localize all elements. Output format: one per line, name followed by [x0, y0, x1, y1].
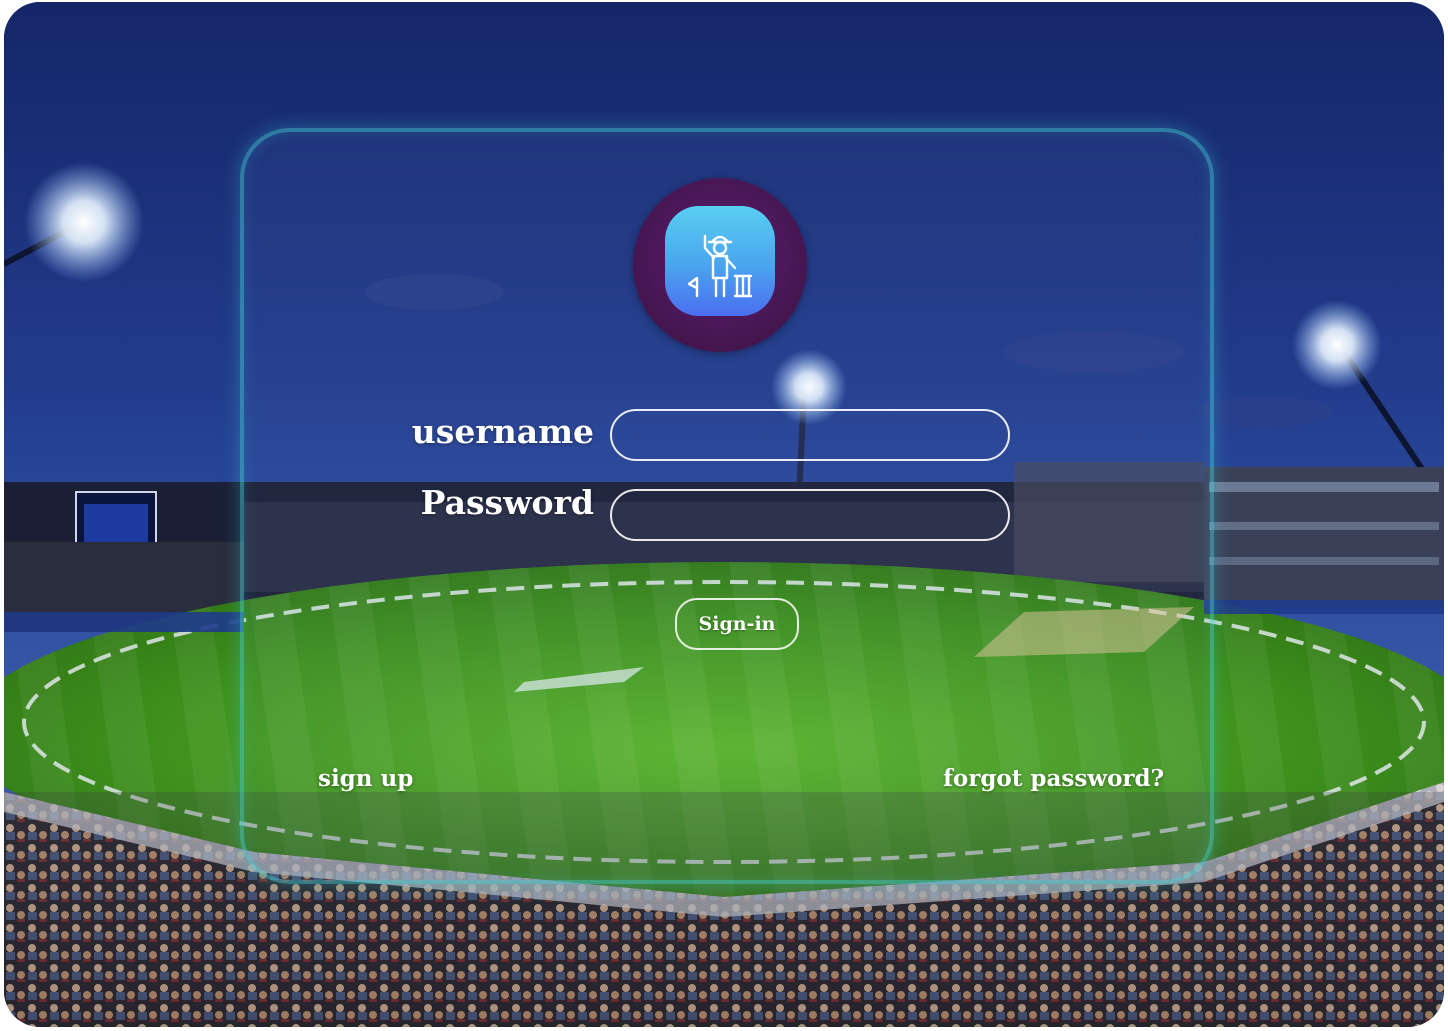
forgot-password-link[interactable]: forgot password? [943, 764, 1164, 794]
logo-badge [665, 206, 775, 316]
signin-button[interactable]: Sign-in [675, 598, 799, 650]
password-field[interactable] [610, 489, 1010, 541]
cricket-umpire-icon [687, 234, 753, 298]
username-field[interactable] [610, 409, 1010, 461]
password-label: Password [420, 483, 594, 522]
signup-link[interactable]: sign up [318, 764, 413, 794]
username-label: username [411, 412, 594, 451]
app-logo [633, 178, 807, 352]
